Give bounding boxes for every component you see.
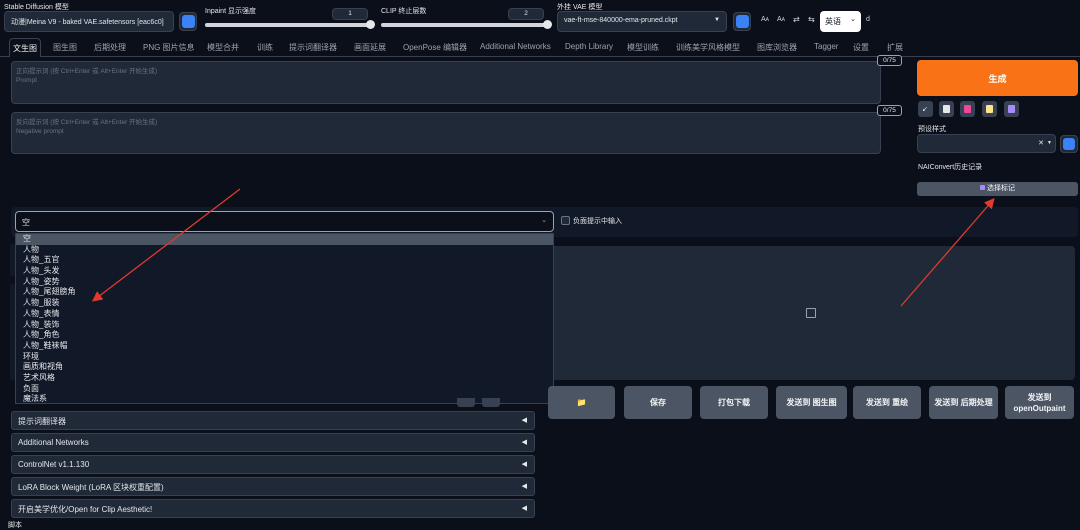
- annotation-arrow: [91, 188, 241, 302]
- annotation-overlay: [91, 188, 995, 307]
- annotation-arrow: [900, 198, 995, 307]
